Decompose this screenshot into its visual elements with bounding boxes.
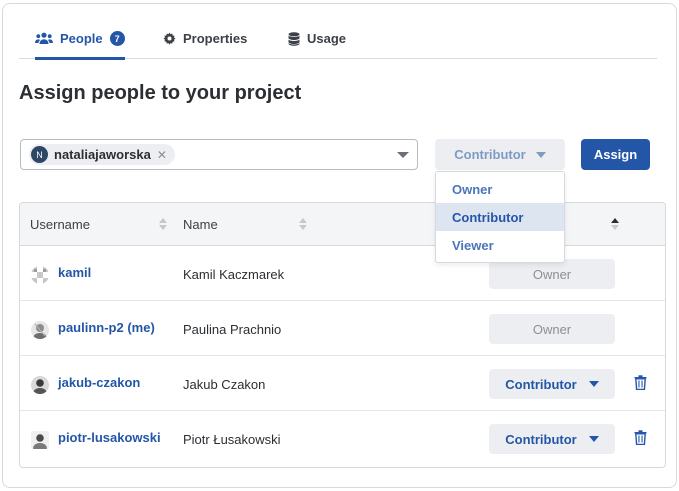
role-select-value: Contributor [505, 376, 577, 392]
role-badge: Owner [489, 259, 615, 289]
username-link[interactable]: piotr-lusakowski [58, 430, 161, 445]
tab-usage[interactable]: Usage [288, 18, 346, 59]
menu-item-viewer[interactable]: Viewer [436, 231, 564, 259]
avatar [31, 321, 49, 339]
full-name: Kamil Kaczmarek [183, 267, 285, 282]
trash-icon[interactable] [634, 430, 647, 450]
user-search-select[interactable]: N nataliajaworska ✕ [20, 139, 418, 170]
users-icon [35, 32, 53, 45]
table-row: piotr-lusakowski Piotr Łusakowski Contri… [20, 411, 665, 466]
full-name: Paulina Prachnio [183, 322, 282, 337]
tab-properties[interactable]: Properties [163, 18, 247, 59]
people-count-badge: 7 [109, 31, 125, 46]
tab-bar: People 7 Properties Usage [19, 18, 657, 60]
table-row: paulinn-p2 (me) Paulina Prachnio Owner [20, 301, 665, 356]
tab-people-label: People [60, 31, 103, 46]
table-row: kamil Kamil Kaczmarek Owner [20, 246, 665, 301]
username-link[interactable]: paulinn-p2 (me) [58, 320, 155, 335]
full-name: Jakub Czakon [183, 377, 266, 392]
role-badge: Owner [489, 314, 615, 344]
selected-user-label: nataliajaworska [54, 147, 151, 162]
sort-icon[interactable] [611, 218, 619, 232]
role-select[interactable]: Contributor [489, 424, 615, 454]
people-table: Username Name kamil Kamil Kaczmarek Owne… [19, 202, 666, 468]
chevron-down-icon [535, 151, 546, 158]
column-header-username[interactable]: Username [30, 203, 90, 246]
chevron-down-icon [588, 436, 599, 442]
table-row: jakub-czakon Jakub Czakon Contributor [20, 356, 665, 411]
column-header-name[interactable]: Name [183, 203, 218, 246]
sort-icon[interactable] [159, 218, 167, 232]
role-select-value: Contributor [505, 431, 577, 447]
avatar [31, 266, 49, 284]
avatar [31, 431, 49, 449]
assign-button[interactable]: Assign [581, 139, 650, 170]
tab-people[interactable]: People 7 [35, 18, 125, 60]
role-dropdown-menu: Owner Contributor Viewer [435, 171, 565, 263]
chevron-down-icon[interactable] [397, 152, 409, 158]
table-header: Username Name [20, 203, 665, 246]
menu-item-owner[interactable]: Owner [436, 175, 564, 203]
avatar [31, 376, 49, 394]
avatar: N [31, 146, 48, 163]
database-icon [288, 31, 300, 46]
page-title: Assign people to your project [19, 82, 302, 104]
role-dropdown[interactable]: Contributor [435, 139, 565, 170]
role-dropdown-value: Contributor [454, 147, 526, 162]
project-settings-panel: People 7 Properties Usage Assign people … [2, 3, 677, 488]
selected-user-chip: N nataliajaworska ✕ [29, 144, 175, 165]
remove-chip-icon[interactable]: ✕ [157, 148, 167, 162]
sort-icon[interactable] [299, 218, 307, 232]
menu-item-contributor[interactable]: Contributor [436, 203, 564, 231]
role-select[interactable]: Contributor [489, 369, 615, 399]
gear-icon [163, 32, 176, 45]
chevron-down-icon [588, 381, 599, 387]
tab-properties-label: Properties [183, 31, 248, 46]
username-link[interactable]: jakub-czakon [58, 375, 140, 390]
username-link[interactable]: kamil [58, 265, 91, 280]
trash-icon[interactable] [634, 375, 647, 395]
full-name: Piotr Łusakowski [183, 432, 281, 447]
tab-usage-label: Usage [307, 31, 347, 46]
